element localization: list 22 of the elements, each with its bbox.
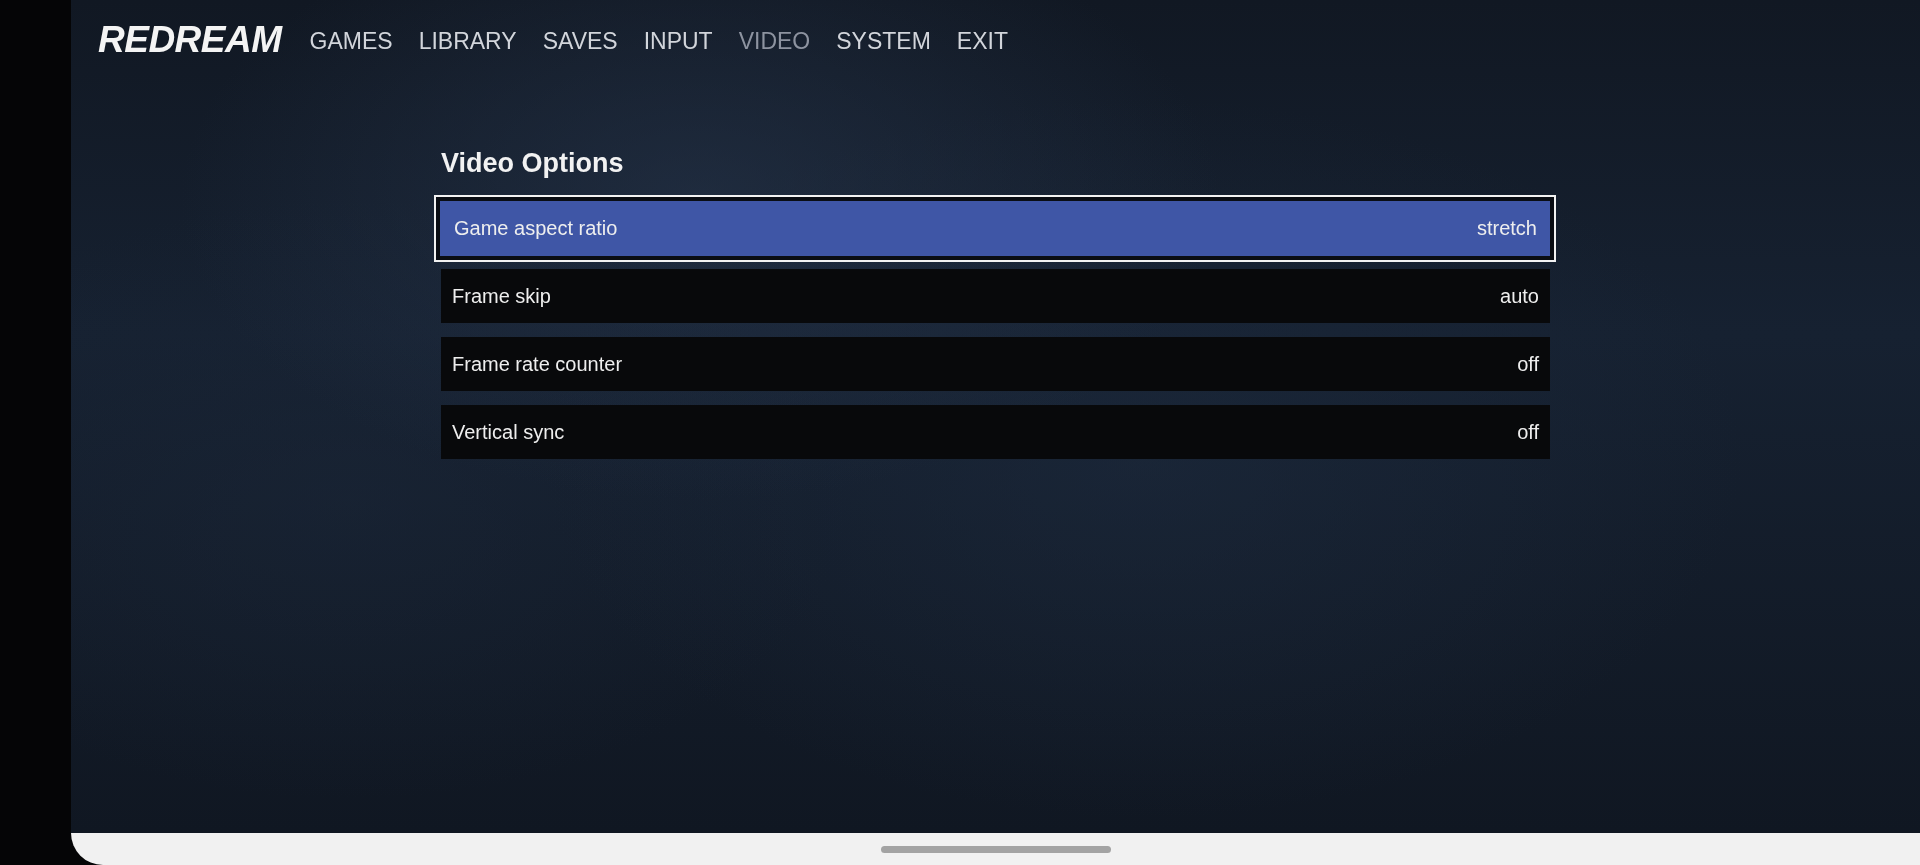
- option-row[interactable]: Frame rate counter off: [441, 337, 1550, 391]
- nav-tab[interactable]: VIDEO: [738, 26, 811, 56]
- nav-tab[interactable]: GAMES: [309, 26, 393, 56]
- option-row[interactable]: Frame skip auto: [441, 269, 1550, 323]
- nav-tab[interactable]: SYSTEM: [836, 26, 931, 56]
- home-indicator[interactable]: [880, 845, 1111, 853]
- option-value: stretch: [1476, 217, 1537, 240]
- nav-tab[interactable]: SAVES: [542, 26, 618, 56]
- logo: REDREAM: [98, 18, 282, 62]
- option-label: Frame skip: [452, 284, 551, 308]
- section-title: Video Options: [441, 147, 625, 180]
- option-value: auto: [1500, 284, 1539, 308]
- option-value: off: [1517, 420, 1539, 444]
- option-row[interactable]: Vertical sync off: [441, 405, 1550, 459]
- option-label: Game aspect ratio: [454, 217, 618, 240]
- option-row[interactable]: Game aspect ratio stretch: [434, 195, 1556, 262]
- nav-tab[interactable]: LIBRARY: [418, 26, 517, 56]
- option-value: off: [1517, 352, 1539, 376]
- option-label: Frame rate counter: [452, 352, 623, 376]
- option-label: Vertical sync: [452, 420, 565, 444]
- nav-tab[interactable]: INPUT: [643, 26, 713, 56]
- nav-tab[interactable]: EXIT: [956, 26, 1008, 56]
